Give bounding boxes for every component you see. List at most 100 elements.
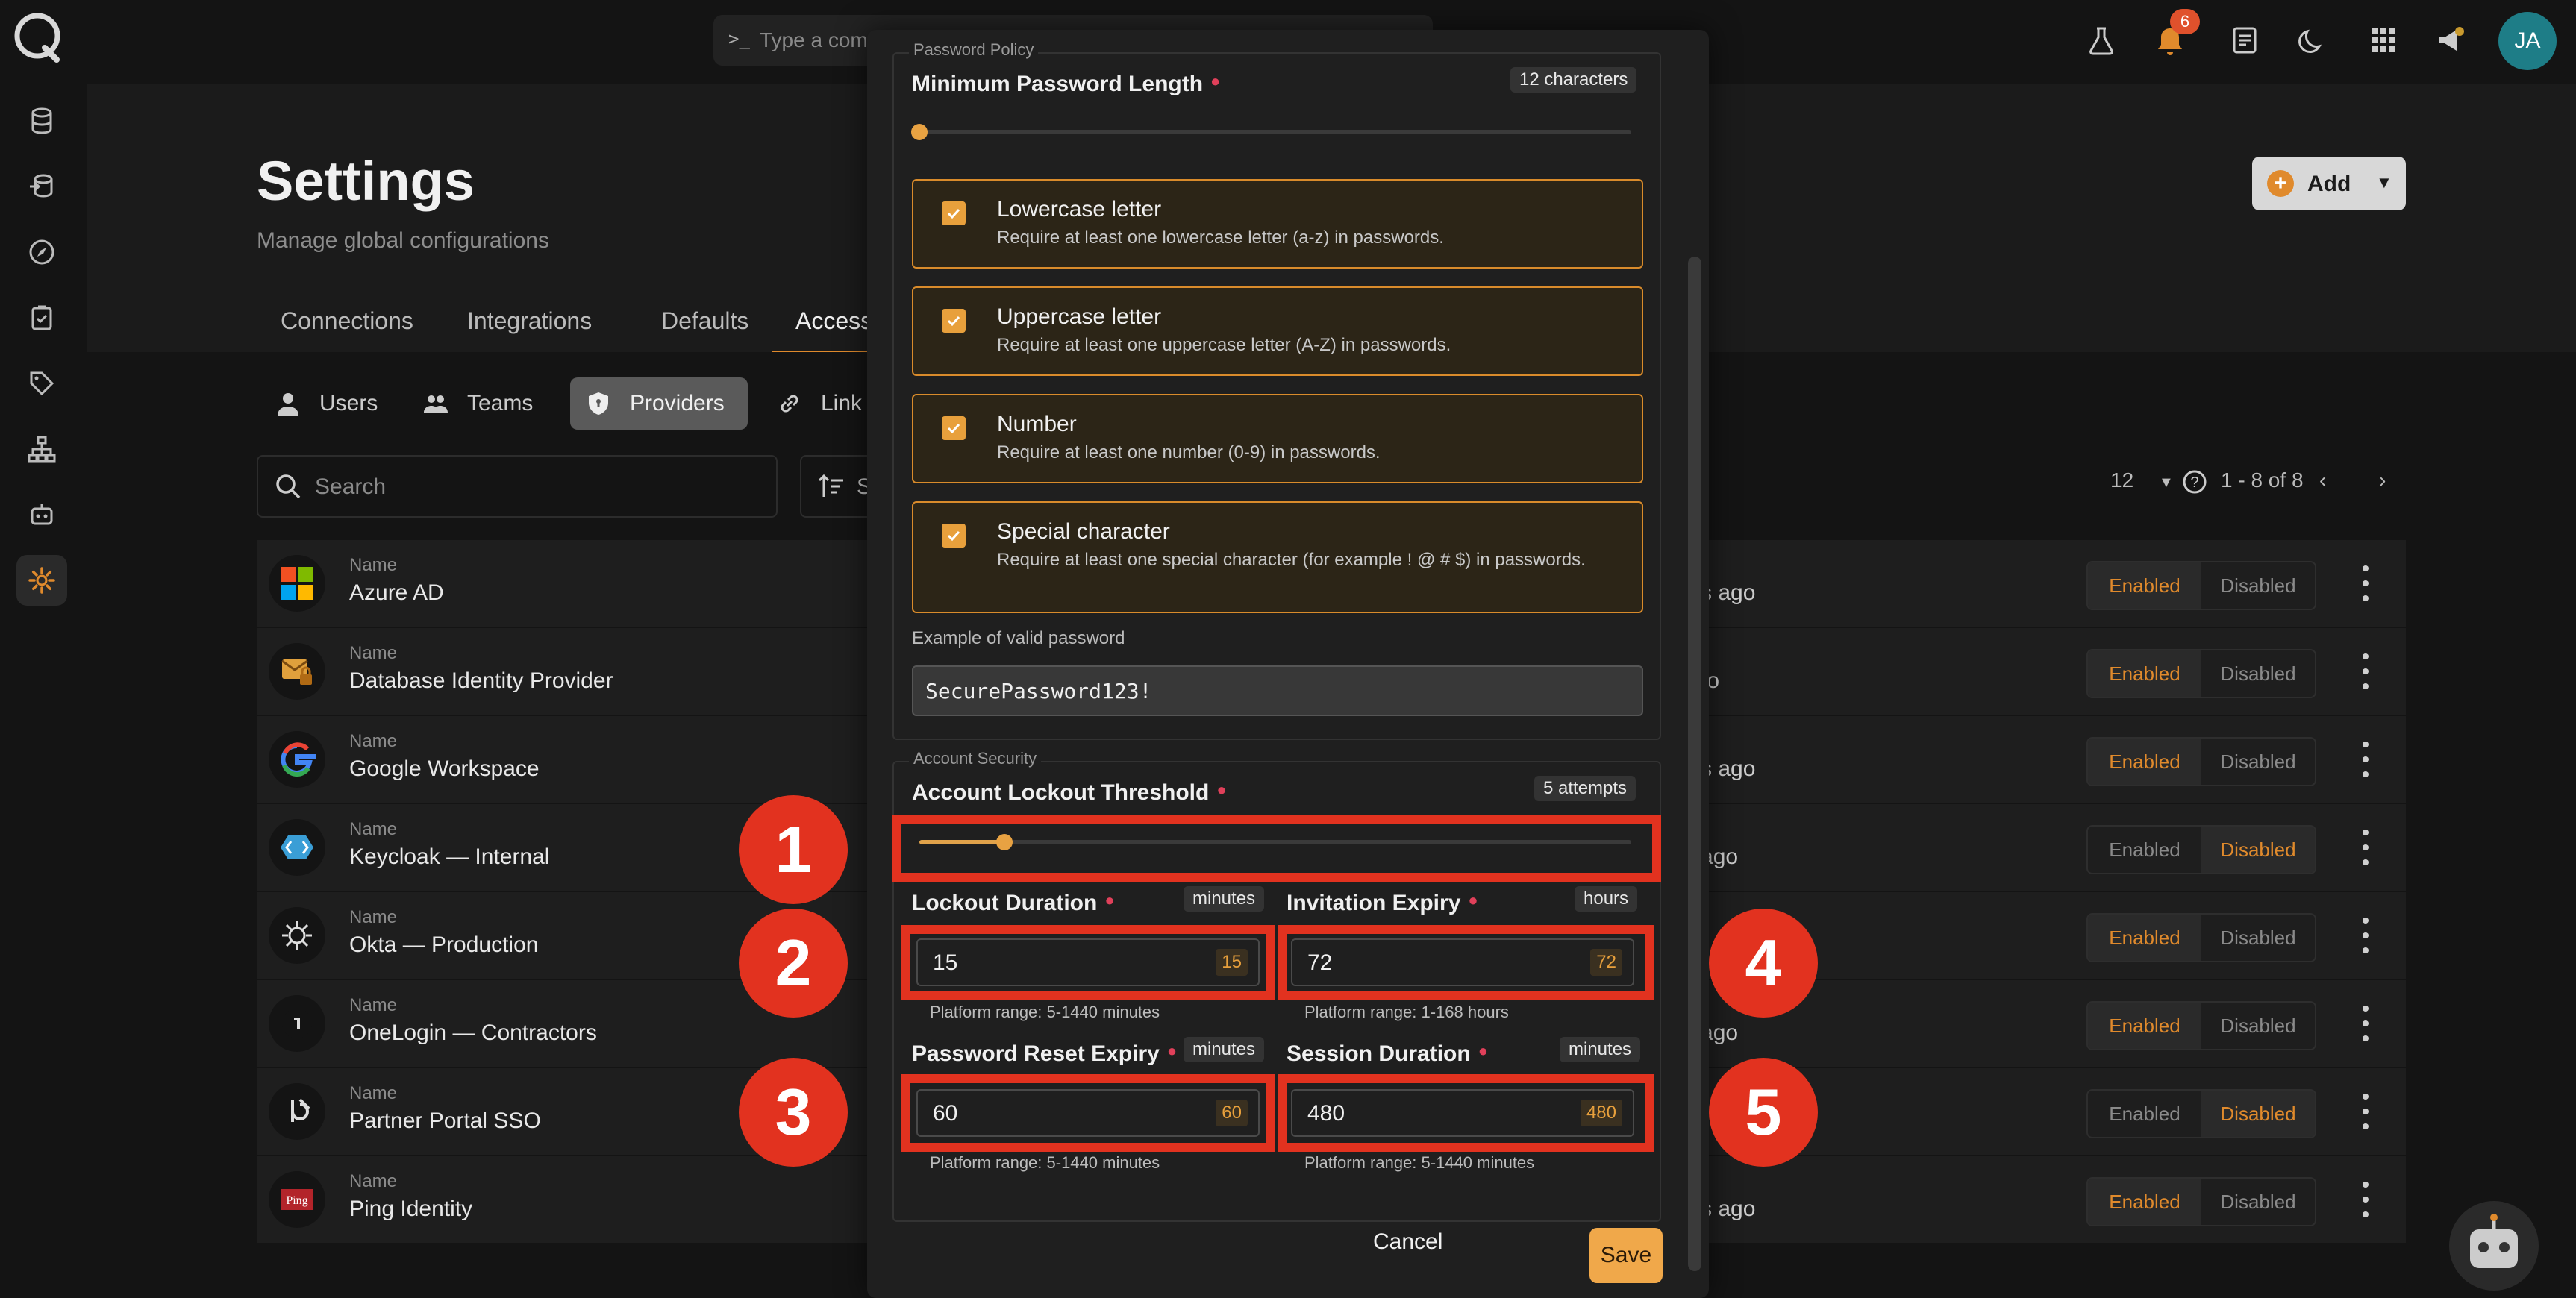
min-length-slider[interactable] (911, 124, 1631, 140)
more-options-icon[interactable] (2357, 653, 2375, 689)
help-icon[interactable]: ? (2182, 468, 2207, 495)
rule-number[interactable]: Number Require at least one number (0-9)… (912, 394, 1643, 483)
add-button[interactable]: + Add ▼ (2252, 157, 2406, 210)
user-avatar[interactable]: JA (2498, 12, 2557, 70)
min-length-slider-thumb[interactable] (911, 124, 928, 140)
database-icon[interactable] (16, 95, 67, 146)
checkbox-checked-icon[interactable] (942, 309, 966, 333)
subtab-link[interactable]: Link (761, 377, 877, 430)
document-icon[interactable] (2224, 19, 2266, 61)
database-identity-icon (269, 643, 325, 700)
disabled-option[interactable]: Disabled (2201, 827, 2315, 873)
search-input[interactable]: Search (257, 455, 778, 518)
status-toggle[interactable]: Enabled Disabled (2086, 825, 2316, 874)
more-options-icon[interactable] (2357, 742, 2375, 777)
gear-icon[interactable] (16, 555, 67, 606)
rule-uppercase[interactable]: Uppercase letter Require at least one up… (912, 286, 1643, 376)
rule-lowercase[interactable]: Lowercase letter Require at least one lo… (912, 179, 1643, 269)
terminal-icon: >_ (728, 28, 750, 49)
status-toggle[interactable]: Enabled Disabled (2086, 561, 2316, 610)
status-toggle[interactable]: Enabled Disabled (2086, 1177, 2316, 1226)
caret-down-icon: ▼ (2158, 474, 2174, 491)
session-duration-label: Session Duration ● (1287, 1041, 1488, 1067)
status-toggle[interactable]: Enabled Disabled (2086, 1089, 2316, 1138)
apps-grid-icon[interactable] (2363, 19, 2404, 61)
more-options-icon[interactable] (2357, 1006, 2375, 1041)
left-rail (0, 0, 88, 1298)
annotation-marker-5: 5 (1709, 1058, 1818, 1167)
disabled-option[interactable]: Disabled (2201, 1179, 2315, 1225)
tag-icon[interactable] (16, 358, 67, 409)
enabled-option[interactable]: Enabled (2088, 1179, 2201, 1225)
subtab-providers-label: Providers (630, 391, 725, 416)
enabled-option[interactable]: Enabled (2088, 562, 2201, 609)
disabled-option[interactable]: Disabled (2201, 915, 2315, 961)
compass-icon[interactable] (16, 227, 67, 278)
invitation-expiry-label-text: Invitation Expiry (1287, 891, 1461, 915)
min-length-chip: 12 characters (1510, 67, 1637, 93)
status-toggle[interactable]: Enabled Disabled (2086, 737, 2316, 786)
tab-connections[interactable]: Connections (257, 303, 437, 351)
lockout-duration-hint: Platform range: 5-1440 minutes (930, 1003, 1160, 1021)
status-toggle[interactable]: Enabled Disabled (2086, 1001, 2316, 1050)
more-options-icon[interactable] (2357, 565, 2375, 601)
megaphone-icon[interactable] (2430, 19, 2472, 61)
more-options-icon[interactable] (2357, 1094, 2375, 1129)
pager-next-icon[interactable]: › (2379, 468, 2386, 492)
partner-portal-logo-icon (269, 1083, 325, 1140)
more-options-icon[interactable] (2357, 1182, 2375, 1217)
rule-title: Uppercase letter (997, 304, 1162, 329)
disabled-option[interactable]: Disabled (2201, 650, 2315, 697)
modal-scrollbar[interactable] (1688, 257, 1701, 1271)
subtab-providers[interactable]: Providers (570, 377, 748, 430)
app-logo-icon[interactable] (10, 10, 64, 64)
subtab-teams[interactable]: Teams (404, 377, 551, 430)
hierarchy-icon[interactable] (16, 424, 67, 474)
pager-prev-icon[interactable]: ‹ (2319, 468, 2326, 492)
required-marker: ● (1210, 72, 1221, 90)
svg-text:Ping: Ping (286, 1194, 307, 1207)
enabled-option[interactable]: Enabled (2088, 650, 2201, 697)
checkbox-checked-icon[interactable] (942, 524, 966, 548)
assistant-bot-icon[interactable] (2449, 1201, 2539, 1291)
rule-special-character[interactable]: Special character Require at least one s… (912, 501, 1643, 613)
moon-icon[interactable] (2292, 19, 2334, 61)
enabled-option[interactable]: Enabled (2088, 739, 2201, 785)
enabled-option[interactable]: Enabled (2088, 1091, 2201, 1137)
status-toggle[interactable]: Enabled Disabled (2086, 649, 2316, 698)
subtab-users[interactable]: Users (257, 377, 396, 430)
disabled-option[interactable]: Disabled (2201, 1003, 2315, 1049)
clipboard-check-icon[interactable] (16, 292, 67, 343)
per-page-select[interactable]: 12 ▼ (2110, 468, 2174, 492)
name-label: Name (349, 995, 398, 1015)
cancel-button[interactable]: Cancel (1373, 1229, 1442, 1255)
shield-icon (589, 392, 608, 415)
enabled-option[interactable]: Enabled (2088, 1003, 2201, 1049)
password-policy-legend: Password Policy (909, 40, 1039, 60)
plus-icon: + (2267, 170, 2294, 197)
checkbox-checked-icon[interactable] (942, 201, 966, 225)
tab-defaults[interactable]: Defaults (637, 303, 772, 351)
name-label: Name (349, 907, 398, 927)
enabled-option[interactable]: Enabled (2088, 915, 2201, 961)
disabled-option[interactable]: Disabled (2201, 739, 2315, 785)
save-button[interactable]: Save (1589, 1228, 1663, 1283)
status-toggle[interactable]: Enabled Disabled (2086, 913, 2316, 962)
search-icon (276, 474, 301, 499)
tab-integrations[interactable]: Integrations (443, 303, 616, 351)
disabled-option[interactable]: Disabled (2201, 562, 2315, 609)
checkbox-checked-icon[interactable] (942, 416, 966, 440)
enabled-option[interactable]: Enabled (2088, 827, 2201, 873)
name-label: Name (349, 1083, 398, 1103)
subtab-users-label: Users (319, 391, 378, 416)
highlight-invitation-expiry (1278, 925, 1654, 1000)
disabled-option[interactable]: Disabled (2201, 1091, 2315, 1137)
name-label: Name (349, 819, 398, 839)
flask-icon[interactable] (2081, 19, 2122, 61)
database-sync-icon[interactable] (16, 161, 67, 212)
more-options-icon[interactable] (2357, 918, 2375, 953)
robot-icon[interactable] (16, 489, 67, 540)
command-placeholder: Type a comm (760, 28, 886, 51)
pager-range: 1 - 8 of 8 (2221, 468, 2304, 492)
more-options-icon[interactable] (2357, 830, 2375, 865)
